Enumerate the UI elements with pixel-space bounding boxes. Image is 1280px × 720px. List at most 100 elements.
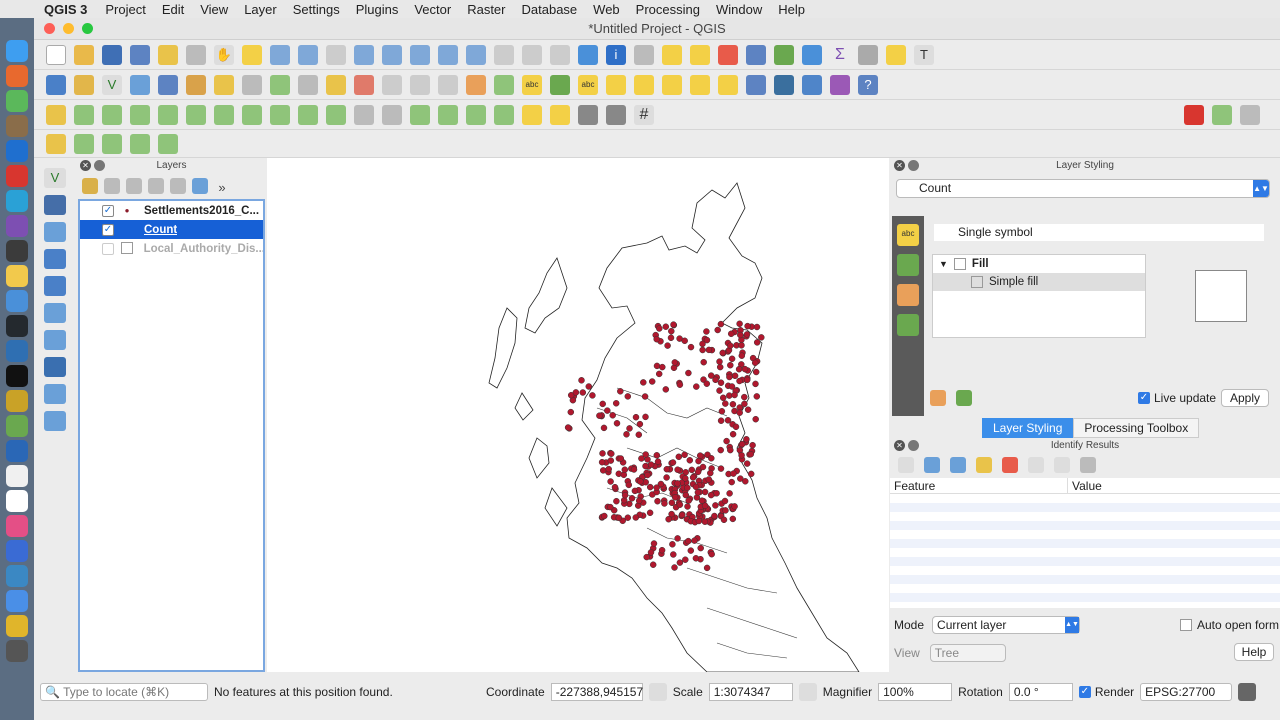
3d-view-icon[interactable] — [897, 254, 919, 276]
finder-icon[interactable] — [6, 40, 28, 62]
zoom-next-icon[interactable] — [466, 44, 486, 65]
pan-icon[interactable]: ✋ — [214, 44, 234, 65]
render-checkbox[interactable]: ✓ — [1078, 686, 1091, 698]
copy-icon[interactable] — [410, 74, 430, 95]
terminal-icon[interactable] — [6, 365, 28, 387]
merge-attributes-icon[interactable] — [354, 104, 374, 125]
add-delimited-text-icon[interactable] — [44, 222, 66, 242]
align-icon[interactable] — [438, 104, 458, 125]
layer-select[interactable]: Count ▲▼ — [896, 179, 1270, 198]
undo-icon[interactable] — [466, 74, 486, 95]
expand-all-icon[interactable] — [192, 178, 208, 194]
app-icon[interactable] — [6, 165, 28, 187]
apply-button[interactable]: Apply — [1221, 389, 1269, 407]
add-wms-icon[interactable] — [44, 330, 66, 350]
auto-open-form[interactable]: Auto open form — [1180, 618, 1279, 632]
add-regular-polygon-icon[interactable] — [158, 133, 178, 154]
save-project-icon[interactable] — [102, 44, 122, 65]
zoom-last-icon[interactable] — [438, 44, 458, 65]
app-icon[interactable] — [6, 565, 28, 587]
select-features-icon[interactable] — [662, 44, 682, 65]
add-part-icon[interactable] — [102, 104, 122, 125]
add-circular-string-icon[interactable] — [46, 133, 66, 154]
menu-project[interactable]: Project — [97, 2, 153, 17]
layer-item-count[interactable]: ✓ Count — [80, 220, 263, 239]
move-label-icon[interactable] — [662, 74, 682, 95]
app-icon[interactable] — [6, 465, 28, 487]
edits-icon[interactable] — [186, 74, 206, 95]
add-wcs-icon[interactable] — [44, 357, 66, 377]
live-update-checkbox[interactable]: ✓ — [1138, 392, 1150, 404]
bookmarks-icon[interactable] — [550, 44, 570, 65]
menu-raster[interactable]: Raster — [459, 2, 513, 17]
delete-ring-icon[interactable] — [158, 104, 178, 125]
highlight-icon[interactable] — [522, 104, 542, 125]
measure-icon[interactable] — [858, 44, 878, 65]
add-layer-icon[interactable] — [158, 74, 178, 95]
app-icon[interactable] — [6, 290, 28, 312]
layer-item-settlements[interactable]: ✓ ● Settlements2016_C... — [80, 201, 263, 220]
float-icon[interactable] — [94, 160, 105, 171]
delete-icon[interactable] — [354, 74, 374, 95]
add-ellipse-icon[interactable] — [102, 133, 122, 154]
undo-icon[interactable] — [930, 390, 946, 406]
menu-processing[interactable]: Processing — [628, 2, 708, 17]
messages-icon[interactable] — [1238, 683, 1257, 701]
rotation-field[interactable]: 0.0 ° — [1008, 683, 1073, 701]
layout-manager-icon[interactable] — [186, 44, 206, 65]
snapping-options-icon[interactable] — [1212, 104, 1232, 125]
expand-arrow-icon[interactable]: ▼ — [939, 259, 948, 269]
coordinate-toggle-icon[interactable] — [648, 683, 667, 701]
collapse-icon[interactable] — [950, 457, 966, 473]
save-as-icon[interactable] — [130, 44, 150, 65]
tab-layer-styling[interactable]: Layer Styling — [982, 418, 1074, 438]
maximize-icon[interactable] — [82, 23, 93, 34]
map-tips-icon[interactable] — [886, 44, 906, 65]
snapping-type-icon[interactable] — [1240, 104, 1260, 125]
change-label-icon[interactable] — [718, 74, 738, 95]
label-icon[interactable]: abc — [522, 74, 542, 95]
expression-filter-icon[interactable] — [170, 178, 186, 194]
field-calculator-icon[interactable]: Σ — [830, 44, 850, 65]
live-update[interactable]: ✓ Live update — [1138, 391, 1216, 405]
menu-plugins[interactable]: Plugins — [348, 2, 407, 17]
app-menu[interactable]: QGIS 3 — [40, 2, 97, 17]
menu-vector[interactable]: Vector — [406, 2, 459, 17]
app-icon[interactable] — [6, 390, 28, 412]
add-group-icon[interactable] — [104, 178, 120, 194]
menu-help[interactable]: Help — [770, 2, 813, 17]
visibility-icon[interactable] — [126, 178, 142, 194]
outlook-icon[interactable] — [6, 140, 28, 162]
paste-icon[interactable] — [438, 74, 458, 95]
history-icon[interactable] — [897, 314, 919, 336]
filter-icon[interactable] — [148, 178, 164, 194]
scale-field[interactable]: 1:3074347 — [708, 683, 793, 701]
settings-gear-icon[interactable] — [802, 44, 822, 65]
new-layout-icon[interactable] — [158, 44, 178, 65]
pin-labels-icon[interactable]: abc — [578, 74, 598, 95]
close-icon[interactable]: ✕ — [80, 160, 91, 171]
redo-icon[interactable] — [494, 74, 514, 95]
add-wfs-icon[interactable] — [44, 384, 66, 404]
deselect-icon[interactable] — [718, 44, 738, 65]
rotate-label-icon[interactable] — [690, 74, 710, 95]
zoom-layer-icon[interactable] — [410, 44, 430, 65]
highlight-labels-icon[interactable] — [606, 74, 626, 95]
magnifier-field[interactable]: 100% — [878, 683, 953, 701]
add-raster-icon[interactable] — [130, 74, 150, 95]
diagram-icon[interactable] — [606, 104, 626, 125]
float-icon[interactable] — [908, 160, 919, 171]
auto-open-checkbox[interactable] — [1180, 619, 1192, 631]
add-postgis-icon[interactable] — [44, 303, 66, 323]
snapping-magnet-icon[interactable] — [1184, 104, 1204, 125]
metasearch-icon[interactable] — [774, 74, 794, 95]
add-arcgis-icon[interactable] — [44, 411, 66, 431]
cut-icon[interactable] — [382, 74, 402, 95]
github-icon[interactable] — [6, 315, 28, 337]
clear-results-icon[interactable] — [1002, 457, 1018, 473]
zoom-out-icon[interactable] — [298, 44, 318, 65]
add-spatialite-icon[interactable] — [44, 249, 66, 269]
app-icon[interactable] — [6, 240, 28, 262]
close-icon[interactable]: ✕ — [894, 160, 905, 171]
modify-attributes-icon[interactable] — [326, 74, 346, 95]
